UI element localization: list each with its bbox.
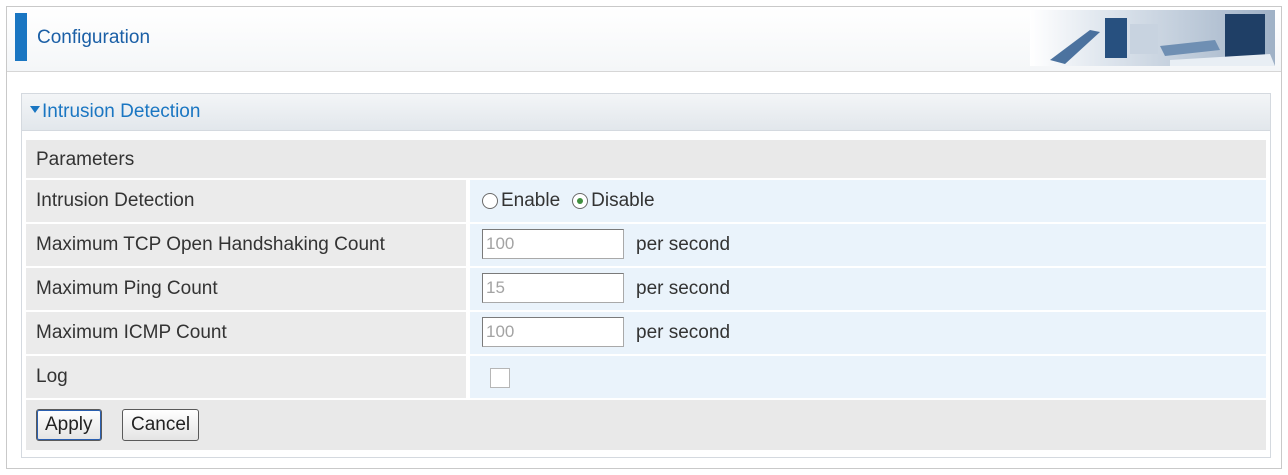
- ping-count-unit: per second: [636, 278, 731, 299]
- button-bar: Apply Cancel: [26, 400, 1266, 450]
- section-title: Parameters: [36, 149, 135, 170]
- ping-count-row: Maximum Ping Count per second: [26, 268, 1266, 310]
- disable-radio-label[interactable]: Disable: [591, 190, 654, 211]
- intrusion-detection-radio-group: Enable Disable: [482, 190, 667, 212]
- intrusion-detection-row: Intrusion Detection Enable Disable: [26, 180, 1266, 222]
- page-title: Configuration: [37, 27, 151, 48]
- enable-radio[interactable]: [482, 193, 498, 209]
- disable-radio[interactable]: [572, 193, 589, 209]
- apply-button[interactable]: Apply: [36, 409, 102, 441]
- icmp-count-row: Maximum ICMP Count per second: [26, 312, 1266, 354]
- tcp-handshaking-row: Maximum TCP Open Handshaking Count per s…: [26, 224, 1266, 266]
- log-checkbox[interactable]: [490, 368, 510, 388]
- icmp-count-input[interactable]: [482, 317, 624, 347]
- page-header: Configuration: [7, 7, 1281, 72]
- intrusion-detection-label: Intrusion Detection: [36, 190, 195, 211]
- tcp-handshaking-input[interactable]: [482, 229, 624, 259]
- tcp-handshaking-label: Maximum TCP Open Handshaking Count: [36, 234, 385, 255]
- icmp-count-unit: per second: [636, 322, 731, 343]
- header-accent-bar: [15, 13, 27, 61]
- tcp-handshaking-unit: per second: [636, 234, 731, 255]
- enable-radio-label[interactable]: Enable: [501, 190, 560, 211]
- triangle-down-icon[interactable]: [30, 106, 40, 113]
- panel-title[interactable]: Intrusion Detection: [42, 101, 200, 123]
- cancel-button[interactable]: Cancel: [122, 409, 200, 441]
- icmp-count-label: Maximum ICMP Count: [36, 322, 227, 343]
- panel-header[interactable]: Intrusion Detection: [22, 94, 1270, 131]
- ping-count-label: Maximum Ping Count: [36, 278, 218, 299]
- page-frame: Configuration Intrusion Detection Parame…: [6, 6, 1282, 469]
- log-label: Log: [36, 366, 68, 387]
- ping-count-input[interactable]: [482, 273, 624, 303]
- header-banner-image: [1030, 10, 1275, 66]
- log-row: Log: [26, 356, 1266, 398]
- parameters-section-header: Parameters: [26, 140, 1266, 178]
- intrusion-detection-panel: Intrusion Detection Parameters Intrusion…: [21, 93, 1271, 458]
